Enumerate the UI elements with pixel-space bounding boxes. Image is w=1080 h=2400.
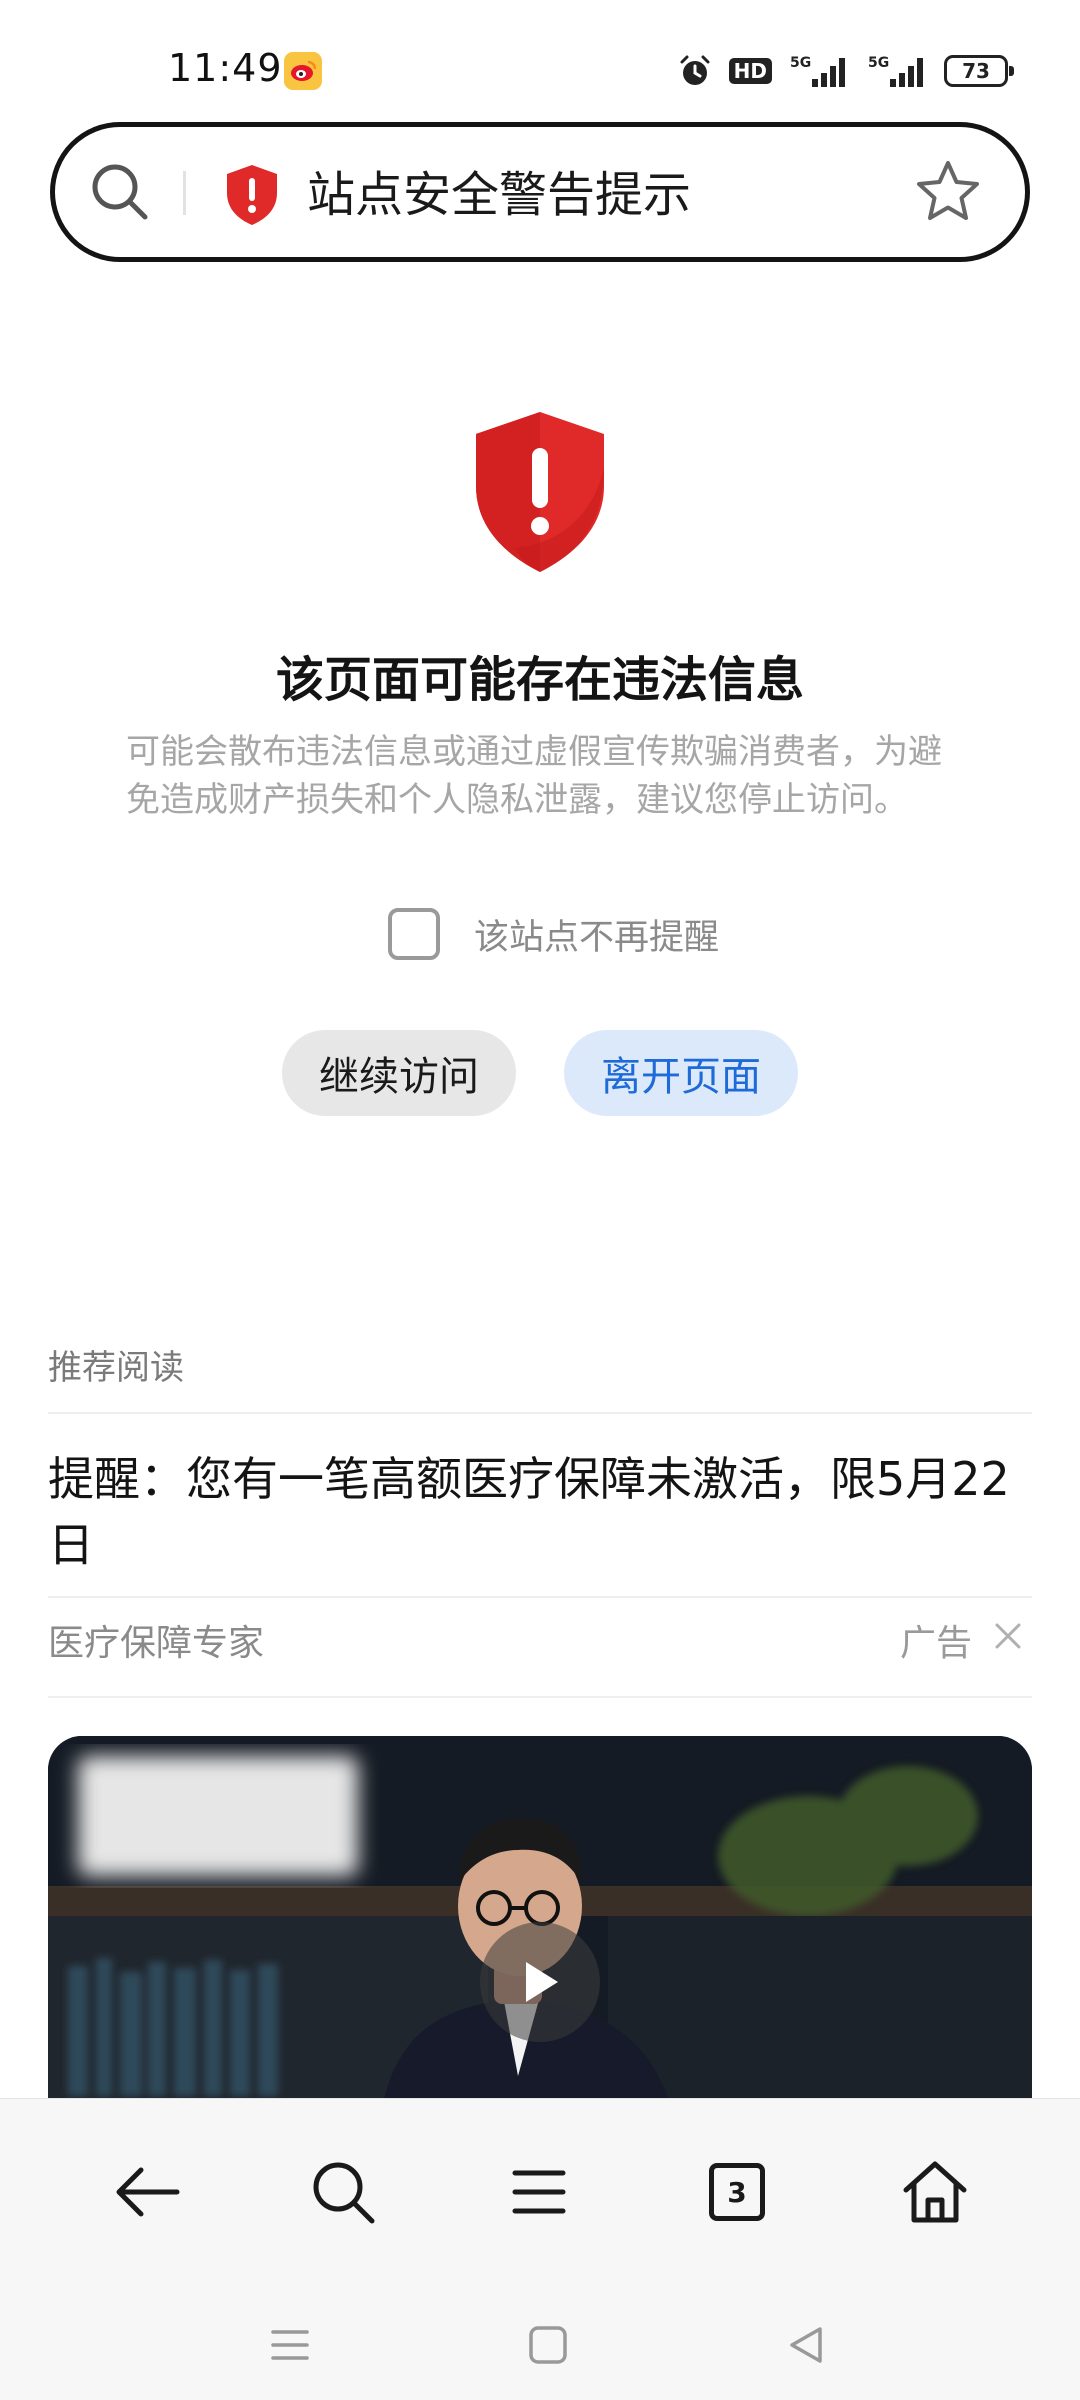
system-back-button[interactable] — [776, 2315, 836, 2375]
video-thumbnail[interactable] — [48, 1736, 1032, 2136]
star-icon[interactable] — [913, 157, 983, 227]
back-arrow-icon — [116, 2167, 180, 2217]
ad-headline[interactable]: 提醒：您有一笔高额医疗保障未激活，限5月22日 — [48, 1446, 1038, 1578]
status-time: 11:49 — [168, 46, 283, 90]
play-button[interactable] — [480, 1922, 600, 2042]
divider — [48, 1596, 1032, 1598]
ad-source: 医疗保障专家 — [48, 1623, 265, 1664]
dont-remind-label[interactable]: 该站点不再提醒 — [474, 909, 719, 960]
tabs-button[interactable]: 3 — [692, 2147, 782, 2237]
address-divider — [183, 171, 186, 215]
home-icon — [903, 2161, 967, 2223]
address-bar[interactable]: 站点安全警告提示 — [50, 122, 1030, 262]
search-icon — [313, 2162, 375, 2224]
ad-tag: 广告 — [900, 1623, 973, 1664]
divider — [48, 1696, 1032, 1698]
svg-text:5G: 5G — [790, 55, 811, 71]
weibo-notification-icon — [284, 52, 322, 90]
leave-page-button[interactable]: 离开页面 — [564, 1030, 798, 1116]
svg-text:5G: 5G — [868, 55, 889, 71]
tab-count: 3 — [727, 2175, 747, 2209]
battery-icon: 73 — [944, 55, 1014, 87]
hd-voice-icon: HD — [728, 58, 772, 84]
back-button[interactable] — [102, 2147, 192, 2237]
menu-icon — [512, 2170, 566, 2214]
recommended-heading: 推荐阅读 — [48, 1348, 184, 1388]
back-triangle-icon — [790, 2327, 822, 2363]
home-button[interactable] — [890, 2147, 980, 2237]
toolbar-search-button[interactable] — [298, 2147, 388, 2237]
address-title[interactable]: 站点安全警告提示 — [307, 163, 691, 227]
status-indicators: HD 5G 5G 73 — [677, 50, 1014, 92]
warning-title: 该页面可能存在违法信息 — [275, 652, 804, 708]
tabs-icon: 3 — [709, 2163, 765, 2221]
play-icon — [526, 1962, 558, 2002]
menu-button[interactable] — [494, 2147, 584, 2237]
warning-shield-icon — [476, 412, 604, 572]
alarm-icon — [680, 55, 710, 85]
battery-level: 73 — [962, 59, 990, 83]
dont-remind-checkbox[interactable] — [388, 908, 440, 960]
recents-icon — [271, 2330, 309, 2360]
dont-remind-option[interactable]: 该站点不再提醒 — [388, 906, 719, 962]
home-square-icon — [529, 2326, 567, 2364]
system-home-button[interactable] — [518, 2315, 578, 2375]
signal-5g-icon-2: 5G — [868, 55, 923, 87]
divider — [48, 1412, 1032, 1414]
browser-toolbar: 3 — [0, 2098, 1080, 2400]
shield-warning-icon — [227, 165, 277, 225]
search-icon[interactable] — [85, 157, 155, 227]
system-recents-button[interactable] — [260, 2315, 320, 2375]
signal-5g-icon: 5G — [790, 55, 845, 87]
status-bar: 11:49 HD 5G 5G 73 — [0, 0, 1080, 130]
warning-description: 可能会散布违法信息或通过虚假宣传欺骗消费者，为避免造成财产损失和个人隐私泄露，建… — [126, 732, 942, 820]
close-icon[interactable] — [992, 1620, 1024, 1652]
continue-visit-button[interactable]: 继续访问 — [282, 1030, 516, 1116]
